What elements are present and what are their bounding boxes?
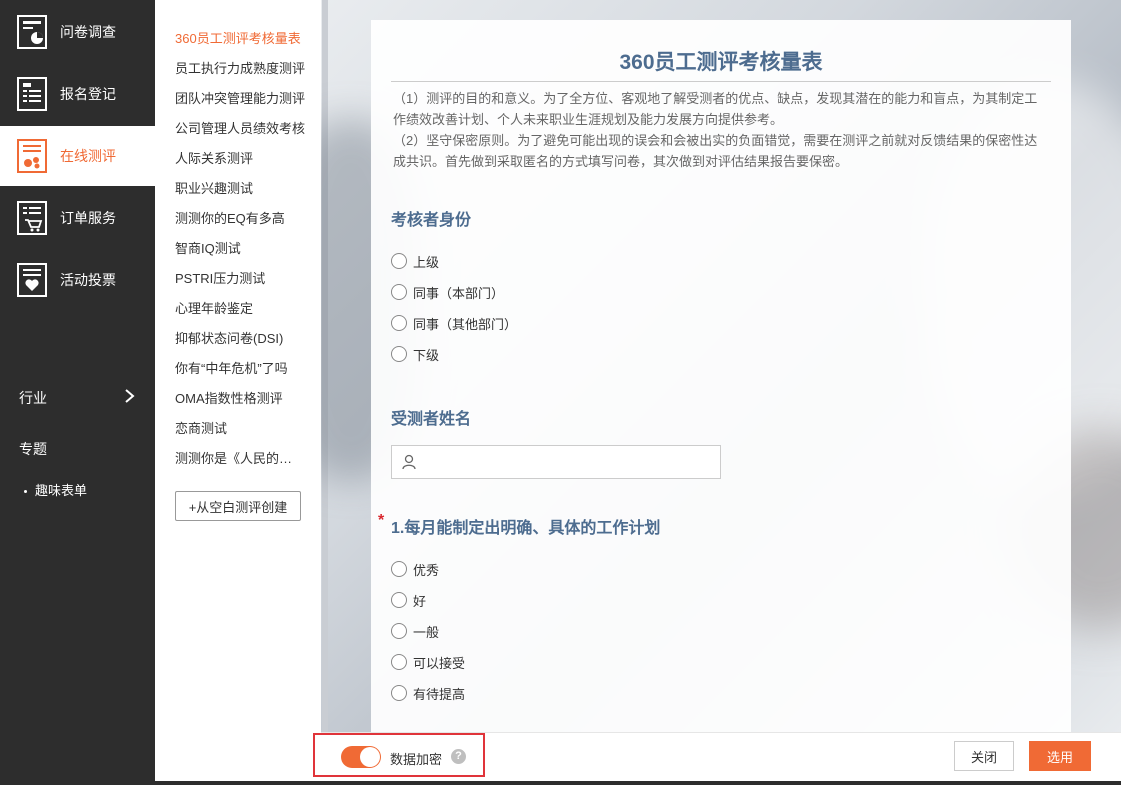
form-intro: （1）测评的目的和意义。为了全方位、客观地了解受测者的优点、缺点，发现其潜在的能…	[393, 88, 1049, 172]
template-item[interactable]: 智商IQ测试	[175, 238, 305, 257]
radio-option[interactable]: 可以接受	[391, 653, 465, 671]
title-divider	[391, 81, 1051, 82]
radio-option[interactable]: 好	[391, 591, 426, 609]
order-icon	[17, 201, 47, 235]
option-label: 下级	[413, 347, 440, 363]
option-label: 优秀	[413, 562, 440, 578]
toggle-knob	[360, 747, 380, 767]
template-item[interactable]: PSTRI压力测试	[175, 268, 305, 287]
name-input[interactable]	[422, 447, 720, 477]
radio-option[interactable]: 一般	[391, 622, 439, 640]
survey-icon	[17, 15, 47, 49]
template-item[interactable]: 你有“中年危机”了吗	[175, 358, 305, 377]
radio-button[interactable]	[391, 253, 407, 269]
template-item[interactable]: 人际关系测评	[175, 148, 305, 167]
radio-button[interactable]	[391, 592, 407, 608]
close-button[interactable]: 关闭	[954, 741, 1014, 771]
chevron-right-icon[interactable]	[123, 388, 137, 404]
create-blank-button[interactable]: +从空白测评创建	[175, 491, 301, 521]
template-list: 360员工测评考核量表 员工执行力成熟度测评 团队冲突管理能力测评 公司管理人员…	[155, 0, 321, 781]
radio-option[interactable]: 上级	[391, 252, 439, 270]
nav-label: 问卷调查	[60, 24, 116, 40]
registration-icon	[17, 77, 47, 111]
radio-button[interactable]	[391, 284, 407, 300]
topic-heading: 专题	[19, 441, 47, 457]
nav-item-registration[interactable]: 报名登记	[0, 64, 155, 124]
assessment-icon	[17, 139, 47, 173]
radio-button[interactable]	[391, 654, 407, 670]
template-item[interactable]: 心理年龄鉴定	[175, 298, 305, 317]
radio-button[interactable]	[391, 315, 407, 331]
intro-paragraph: （2）坚守保密原则。为了避免可能出现的误会和会被出实的负面错觉，需要在测评之前就…	[393, 133, 1038, 169]
intro-paragraph: （1）测评的目的和意义。为了全方位、客观地了解受测者的优点、缺点，发现其潜在的能…	[393, 91, 1038, 127]
required-mark: *	[378, 512, 385, 529]
template-item[interactable]: 员工执行力成熟度测评	[175, 58, 305, 77]
topic-item-label: 趣味表单	[35, 483, 88, 498]
radio-option[interactable]: 有待提高	[391, 684, 465, 702]
help-icon[interactable]: ?	[451, 749, 466, 764]
nav-label: 在线测评	[60, 148, 116, 164]
radio-option[interactable]: 同事（本部门）	[391, 283, 504, 301]
form-card: 360员工测评考核量表 （1）测评的目的和意义。为了全方位、客观地了解受测者的优…	[371, 20, 1071, 732]
select-button[interactable]: 选用	[1029, 741, 1091, 771]
nav-label: 订单服务	[60, 210, 116, 226]
template-item[interactable]: 360员工测评考核量表	[175, 28, 305, 47]
encrypt-label: 数据加密	[390, 752, 443, 767]
option-label: 同事（本部门）	[413, 285, 505, 301]
template-item[interactable]: 抑郁状态问卷(DSI)	[175, 328, 305, 347]
nav-label: 报名登记	[60, 86, 116, 102]
nav-item-assessment[interactable]: 在线测评	[0, 126, 155, 186]
nav-item-order[interactable]: 订单服务	[0, 188, 155, 248]
question-title-q1: * 1.每月能制定出明确、具体的工作计划	[378, 512, 661, 538]
main-sidebar: 问卷调查 报名登记 在线测评 订单服务 活动投票 行业 专题 趣味表单	[0, 0, 155, 781]
template-preview: 360员工测评考核量表 （1）测评的目的和意义。为了全方位、客观地了解受测者的优…	[321, 0, 1121, 732]
radio-button[interactable]	[391, 561, 407, 577]
option-label: 同事（其他部门）	[413, 316, 518, 332]
question-text: 1.每月能制定出明确、具体的工作计划	[391, 520, 661, 537]
radio-button[interactable]	[391, 623, 407, 639]
option-label: 好	[413, 593, 427, 609]
template-item[interactable]: 恋商测试	[175, 418, 305, 437]
topic-item-fun-forms[interactable]: 趣味表单	[24, 480, 87, 499]
radio-option[interactable]: 同事（其他部门）	[391, 314, 517, 332]
bullet-icon	[24, 490, 27, 494]
encrypt-toggle[interactable]	[341, 746, 381, 768]
footer-strip	[0, 781, 1121, 785]
template-item[interactable]: 团队冲突管理能力测评	[175, 88, 305, 107]
radio-button[interactable]	[391, 685, 407, 701]
template-item[interactable]: 测测你的EQ有多高	[175, 208, 305, 227]
bottom-bar: 数据加密 ? 关闭 选用	[313, 732, 1121, 781]
option-label: 一般	[413, 624, 440, 640]
template-item[interactable]: 测测你是《人民的名义》里的谁	[175, 448, 305, 467]
industry-menu[interactable]: 行业	[19, 388, 47, 408]
question-title-identity: 考核者身份	[391, 212, 472, 229]
nav-item-vote[interactable]: 活动投票	[0, 250, 155, 310]
option-label: 上级	[413, 254, 440, 270]
vote-icon	[17, 263, 47, 297]
form-title: 360员工测评考核量表	[619, 51, 823, 74]
nav-label: 活动投票	[60, 272, 116, 288]
user-icon	[402, 454, 416, 470]
radio-button[interactable]	[391, 346, 407, 362]
template-item[interactable]: OMA指数性格测评	[175, 388, 305, 407]
template-item[interactable]: 公司管理人员绩效考核	[175, 118, 305, 137]
radio-option[interactable]: 优秀	[391, 560, 439, 578]
radio-option[interactable]: 下级	[391, 345, 439, 363]
template-item[interactable]: 职业兴趣测试	[175, 178, 305, 197]
nav-item-survey[interactable]: 问卷调查	[0, 2, 155, 62]
question-title-name: 受测者姓名	[391, 411, 472, 428]
option-label: 有待提高	[413, 686, 466, 702]
option-label: 可以接受	[413, 655, 466, 671]
name-field[interactable]	[391, 445, 721, 479]
